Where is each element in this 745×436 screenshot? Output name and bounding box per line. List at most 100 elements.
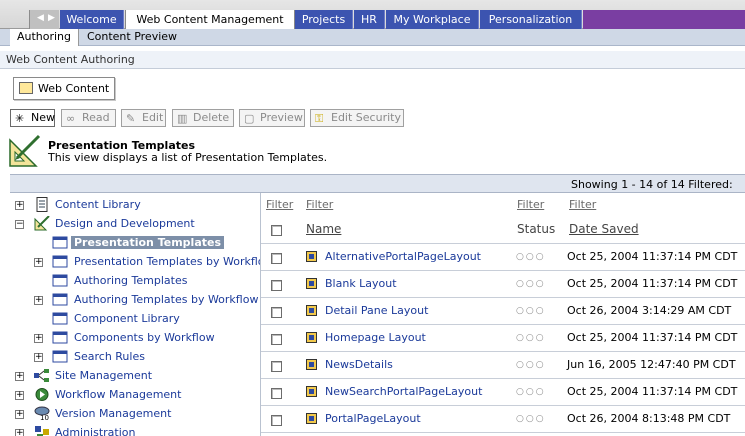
- row-checkbox[interactable]: [271, 253, 282, 264]
- portal-tab-bar: ◀ ▶ Welcome Web Content Management Proje…: [0, 0, 745, 29]
- expand-icon[interactable]: +: [15, 429, 24, 436]
- new-button[interactable]: ✳ New: [10, 109, 55, 127]
- filter-select-link[interactable]: Filter: [266, 198, 293, 211]
- tab-authoring[interactable]: Authoring: [10, 29, 79, 46]
- web-content-icon: [19, 82, 33, 94]
- portlet-title: Web Content Authoring: [0, 51, 745, 69]
- tree-label: Design and Development: [55, 217, 195, 230]
- status-indicator: ○○○: [516, 306, 546, 316]
- expand-icon[interactable]: +: [15, 372, 24, 381]
- tab-web-content-management[interactable]: Web Content Management: [125, 10, 295, 29]
- select-all-checkbox[interactable]: [271, 225, 282, 236]
- tree-item-version-management[interactable]: + 10 Version Management: [10, 404, 260, 423]
- tree-item-authoring-templates[interactable]: Authoring Templates: [10, 271, 260, 290]
- row-name-link[interactable]: Detail Pane Layout: [325, 304, 428, 317]
- expand-icon[interactable]: +: [34, 258, 43, 267]
- delete-button[interactable]: ▥ Delete: [172, 109, 234, 127]
- row-checkbox[interactable]: [271, 415, 282, 426]
- tree-label: Content Library: [55, 198, 141, 211]
- row-name-link[interactable]: Blank Layout: [325, 277, 397, 290]
- preview-label: Preview: [260, 111, 303, 124]
- tree-item-design-and-development[interactable]: − Design and Development: [10, 214, 260, 233]
- expand-icon[interactable]: +: [34, 353, 43, 362]
- tree-label: Authoring Templates by Workflow: [74, 293, 259, 306]
- row-checkbox[interactable]: [271, 361, 282, 372]
- tree-item-presentation-templates-by-workflow[interactable]: + Presentation Templates by Workflow: [10, 252, 260, 271]
- glasses-icon: ∞: [66, 112, 76, 125]
- tree-label: Components by Workflow: [74, 331, 215, 344]
- row-name-link[interactable]: PortalPageLayout: [325, 412, 421, 425]
- templates-table: Filter Filter Filter Filter Name Status …: [261, 193, 745, 436]
- template-item-icon: [306, 305, 317, 316]
- tab-personalization[interactable]: Personalization: [480, 10, 582, 29]
- read-button[interactable]: ∞ Read: [61, 109, 116, 127]
- scroll-left-icon[interactable]: ◀: [37, 13, 44, 23]
- tree-item-component-library[interactable]: Component Library: [10, 309, 260, 328]
- tree-item-authoring-templates-by-workflow[interactable]: + Authoring Templates by Workflow: [10, 290, 260, 309]
- row-divider: [261, 297, 745, 298]
- template-icon: [52, 274, 68, 287]
- tree-item-components-by-workflow[interactable]: + Components by Workflow: [10, 328, 260, 347]
- column-header-status: Status: [517, 222, 556, 236]
- site-tree-icon: [34, 369, 49, 382]
- tab-scroll-arrows[interactable]: ◀ ▶: [29, 10, 59, 29]
- expand-icon[interactable]: +: [15, 391, 24, 400]
- tree-label: Search Rules: [74, 350, 145, 363]
- row-divider: [261, 351, 745, 352]
- row-checkbox[interactable]: [271, 280, 282, 291]
- tab-projects[interactable]: Projects: [295, 10, 353, 29]
- row-name-link[interactable]: NewSearchPortalPageLayout: [325, 385, 482, 398]
- row-checkbox[interactable]: [271, 334, 282, 345]
- expand-icon[interactable]: +: [15, 201, 24, 210]
- template-icon: [52, 331, 68, 344]
- filter-status-link[interactable]: Filter: [517, 198, 544, 211]
- filter-name-link[interactable]: Filter: [306, 198, 333, 211]
- version-icon: 10: [34, 406, 50, 421]
- tree-label: Presentation Templates by Workflow: [74, 255, 260, 268]
- row-name-link[interactable]: AlternativePortalPageLayout: [325, 250, 481, 263]
- showing-count: Showing 1 - 14 of 14 Filtered:: [571, 178, 733, 191]
- tab-content-preview[interactable]: Content Preview: [80, 29, 184, 46]
- tree-item-presentation-templates[interactable]: Presentation Templates: [10, 233, 260, 252]
- expand-icon[interactable]: +: [34, 334, 43, 343]
- row-date: Oct 25, 2004 11:37:14 PM CDT: [567, 277, 738, 290]
- collapse-icon[interactable]: −: [15, 220, 24, 229]
- key-icon: ⚿: [315, 112, 324, 125]
- edit-button[interactable]: ✎ Edit: [121, 109, 166, 127]
- read-label: Read: [82, 111, 110, 124]
- row-name-link[interactable]: NewsDetails: [325, 358, 393, 371]
- tab-welcome[interactable]: Welcome: [60, 10, 124, 29]
- paging-bar: Showing 1 - 14 of 14 Filtered:: [10, 174, 745, 193]
- preview-button[interactable]: ▢ Preview: [239, 109, 305, 127]
- status-indicator: ○○○: [516, 252, 546, 262]
- view-description: This view displays a list of Presentatio…: [48, 151, 328, 164]
- filter-date-link[interactable]: Filter: [569, 198, 596, 211]
- tree-label: Authoring Templates: [74, 274, 188, 287]
- edit-label: Edit: [142, 111, 164, 124]
- row-checkbox[interactable]: [271, 388, 282, 399]
- row-divider: [261, 324, 745, 325]
- row-name-link[interactable]: Homepage Layout: [325, 331, 426, 344]
- status-indicator: ○○○: [516, 279, 546, 289]
- design-tools-icon: [34, 216, 50, 231]
- row-divider: [261, 432, 745, 433]
- template-item-icon: [306, 332, 317, 343]
- tree-item-administration[interactable]: + Administration: [10, 423, 260, 436]
- scroll-right-icon[interactable]: ▶: [48, 13, 55, 23]
- tree-item-search-rules[interactable]: + Search Rules: [10, 347, 260, 366]
- column-header-date-saved[interactable]: Date Saved: [569, 222, 639, 236]
- web-content-button[interactable]: Web Content: [13, 77, 115, 100]
- tab-my-workplace[interactable]: My Workplace: [386, 10, 479, 29]
- tab-hr[interactable]: HR: [354, 10, 385, 29]
- tree-item-workflow-management[interactable]: + Workflow Management: [10, 385, 260, 404]
- template-icon: [52, 312, 68, 325]
- tree-item-content-library[interactable]: + Content Library: [10, 195, 260, 214]
- column-header-name[interactable]: Name: [306, 222, 341, 236]
- expand-icon[interactable]: +: [34, 296, 43, 305]
- new-star-icon: ✳: [15, 112, 25, 125]
- expand-icon[interactable]: +: [15, 410, 24, 419]
- edit-security-button[interactable]: ⚿ Edit Security: [310, 109, 404, 127]
- pencil-icon: ✎: [126, 112, 136, 125]
- tree-item-site-management[interactable]: + Site Management: [10, 366, 260, 385]
- row-checkbox[interactable]: [271, 307, 282, 318]
